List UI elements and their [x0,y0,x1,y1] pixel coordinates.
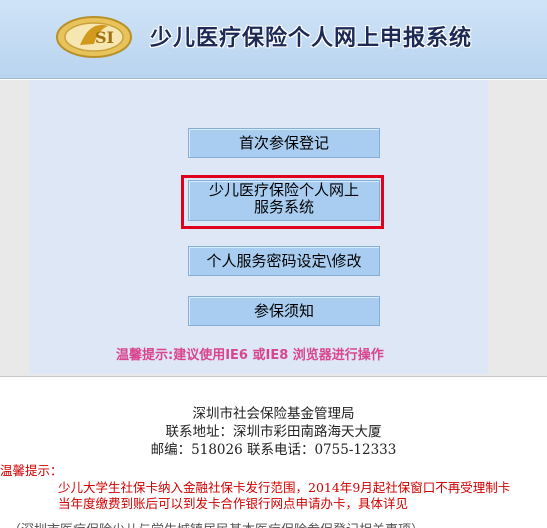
first-enroll-button[interactable]: 首次参保登记 [188,128,380,158]
social-insurance-logo-icon: SI [56,16,132,58]
enrollment-notice-button[interactable]: 参保须知 [188,296,380,326]
cutoff-text: （深圳市医疗保险少儿与学生城镇居民基本医疗保险参保登记相关事项） [8,519,424,528]
page-header: SI 少儿医疗保险个人网上申报系统 [0,0,547,79]
main-frame: 首次参保登记 少儿医疗保险个人网上 服务系统 个人服务密码设定\修改 参保须知 … [0,80,547,377]
cutoff-text-row: （深圳市医疗保险少儿与学生城镇居民基本医疗保险参保登记相关事项） [0,515,547,528]
notice-line-2: 当年度缴费到账后可以到发卡合作银行网点申请办卡，具体详见 [58,496,409,511]
online-service-label-line1: 少儿医疗保险个人网上 [208,181,359,199]
online-service-button[interactable]: 少儿医疗保险个人网上 服务系统 [188,180,380,221]
org-name: 深圳市社会保险基金管理局 [192,406,355,422]
notice-label: 温馨提示： [0,463,63,478]
page-title: 少儿医疗保险个人网上申报系统 [150,25,473,51]
menu-panel: 首次参保登记 少儿医疗保险个人网上 服务系统 个人服务密码设定\修改 参保须知 … [30,80,488,374]
contact-address: 联系地址：深圳市彩田南路海天大厦 [165,424,382,440]
browser-hint: 温馨提示:建议使用IE6 或IE8 浏览器进行操作 [116,348,384,363]
svg-text:SI: SI [95,28,114,47]
online-service-label-line2: 服务系统 [253,198,314,216]
contact-phone: 邮编：518026 联系电话：0755-12333 [150,442,397,458]
password-setup-button[interactable]: 个人服务密码设定\修改 [188,246,380,276]
